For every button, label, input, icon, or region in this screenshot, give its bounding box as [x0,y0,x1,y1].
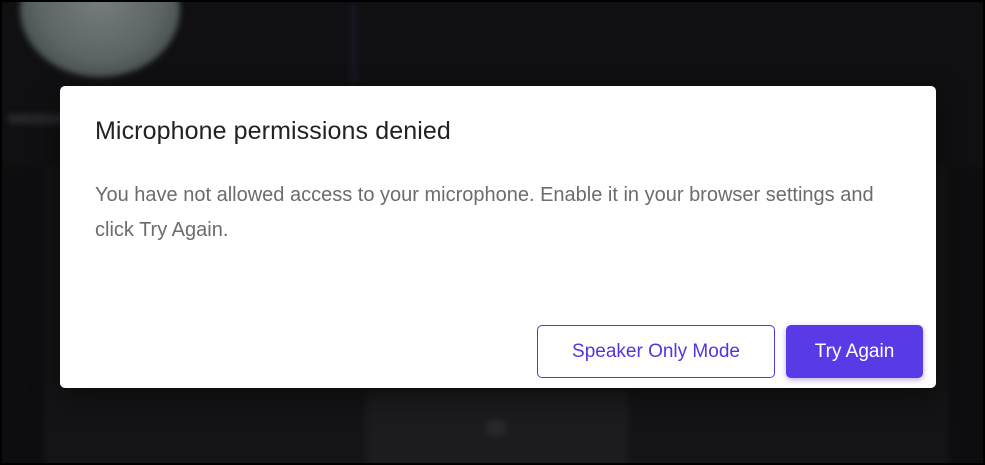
microphone-permission-dialog: Microphone permissions denied You have n… [60,86,936,388]
try-again-button[interactable]: Try Again [786,325,923,378]
speaker-only-mode-button[interactable]: Speaker Only Mode [537,325,775,378]
dialog-message: You have not allowed access to your micr… [95,184,874,241]
dialog-title: Microphone permissions denied [95,117,451,145]
app-window: Microphone permissions denied You have n… [0,0,985,465]
